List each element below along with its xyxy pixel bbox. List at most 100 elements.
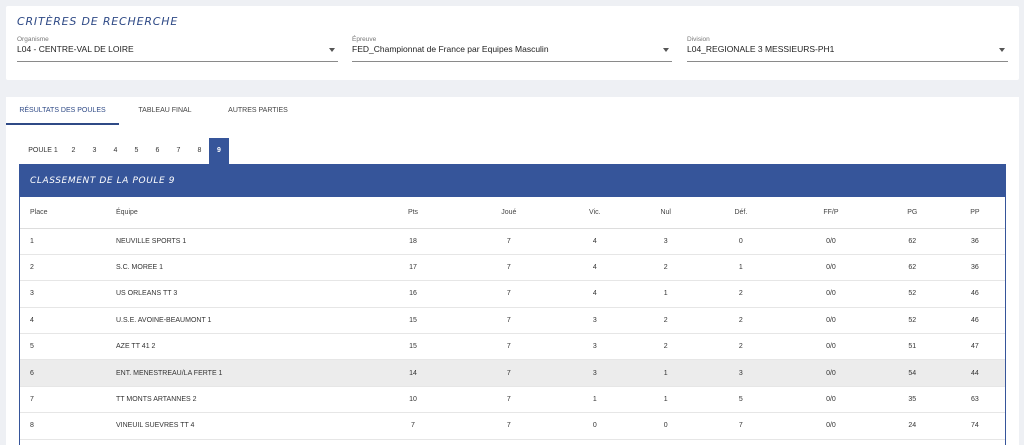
cell-joue: 7 xyxy=(460,333,558,361)
cell-pts: 18 xyxy=(366,228,460,255)
cell-ffp: 0/0 xyxy=(782,333,880,361)
poule-6-button[interactable]: 6 xyxy=(151,138,164,164)
cell-nul: 0 xyxy=(631,412,700,440)
cell-def: 5 xyxy=(699,386,783,414)
poule-3-button[interactable]: 3 xyxy=(88,138,101,164)
col-ffp: FF/P xyxy=(782,197,880,229)
cell-pp: 36 xyxy=(944,228,1005,255)
poule-2-button[interactable]: 2 xyxy=(67,138,80,164)
cell-vic: 0 xyxy=(557,412,632,440)
cell-pts: 10 xyxy=(366,386,460,414)
table-row: 3 US ORLEANS TT 3 16 7 4 1 2 0/0 52 46 xyxy=(20,280,1005,308)
epreuve-select[interactable]: Épreuve FED_Championnat de France par Eq… xyxy=(352,36,672,62)
cell-pts: 7 xyxy=(366,412,460,440)
tab-tableau-final[interactable]: Tableau final xyxy=(130,97,200,125)
poule-1-button[interactable]: POULE 1 xyxy=(23,138,63,164)
cell-pp: 36 xyxy=(944,254,1005,282)
cell-nul: 3 xyxy=(631,228,700,255)
cell-vic: 4 xyxy=(557,280,632,308)
standings-title: Classement de la poule 9 xyxy=(20,165,1005,197)
cell-nul: 2 xyxy=(631,333,700,361)
cell-def: 0 xyxy=(699,228,783,255)
tab-autres-parties[interactable]: Autres parties xyxy=(220,97,296,125)
division-label: Division xyxy=(687,36,710,43)
cell-joue: 7 xyxy=(460,307,558,335)
cell-pg: 35 xyxy=(879,386,945,414)
cell-ffp: 0/0 xyxy=(782,254,880,282)
table-row: 7 TT MONTS ARTANNES 2 10 7 1 1 5 0/0 35 … xyxy=(20,386,1005,414)
col-pts: Pts xyxy=(366,197,460,229)
poule-4-button[interactable]: 4 xyxy=(109,138,122,164)
cell-vic: 3 xyxy=(557,359,632,387)
cell-nul: 1 xyxy=(631,386,700,414)
chevron-down-icon xyxy=(329,48,335,52)
poule-9-button[interactable]: 9 xyxy=(209,138,229,164)
cell-pg: 52 xyxy=(879,307,945,335)
cell-joue: 7 xyxy=(460,412,558,440)
division-select[interactable]: Division L04_REGIONALE 3 MESSIEURS-PH1 xyxy=(687,36,1008,62)
cell-def: 3 xyxy=(699,359,783,387)
poule-5-button[interactable]: 5 xyxy=(130,138,143,164)
table-row: 1 NEUVILLE SPORTS 1 18 7 4 3 0 0/0 62 36 xyxy=(20,228,1005,255)
cell-pp: 63 xyxy=(944,386,1005,414)
cell-vic: 1 xyxy=(557,386,632,414)
cell-equipe: NEUVILLE SPORTS 1 xyxy=(116,228,366,255)
cell-pts: 15 xyxy=(366,333,460,361)
chevron-down-icon xyxy=(999,48,1005,52)
cell-pg: 52 xyxy=(879,280,945,308)
cell-equipe: AZE TT 41 2 xyxy=(116,333,366,361)
cell-equipe: TT MONTS ARTANNES 2 xyxy=(116,386,366,414)
chevron-down-icon xyxy=(663,48,669,52)
cell-ffp: 0/0 xyxy=(782,280,880,308)
epreuve-label: Épreuve xyxy=(352,36,377,43)
organisme-select[interactable]: Organisme L04 - CENTRE-VAL DE LOIRE xyxy=(17,36,338,62)
cell-def: 2 xyxy=(699,280,783,308)
table-row: 6 ENT. MENESTREAU/LA FERTE 1 14 7 3 1 3 … xyxy=(20,359,1005,387)
criteria-title: Critères de recherche xyxy=(17,15,179,28)
cell-place: 4 xyxy=(20,307,116,335)
cell-def: 2 xyxy=(699,307,783,335)
poule-7-button[interactable]: 7 xyxy=(172,138,185,164)
cell-ffp: 0/0 xyxy=(782,307,880,335)
tab-resultats-poules[interactable]: Résultats des poules xyxy=(6,97,119,125)
cell-equipe: S.C. MOREE 1 xyxy=(116,254,366,282)
cell-pts: 17 xyxy=(366,254,460,282)
organisme-label: Organisme xyxy=(17,36,49,43)
cell-def: 7 xyxy=(699,412,783,440)
search-criteria-panel: Critères de recherche Organisme L04 - CE… xyxy=(6,6,1019,80)
cell-pp: 47 xyxy=(944,333,1005,361)
cell-pts: 16 xyxy=(366,280,460,308)
results-panel: Résultats des poules Tableau final Autre… xyxy=(6,97,1019,445)
col-joue: Joué xyxy=(460,197,558,229)
cell-place: 5 xyxy=(20,333,116,361)
cell-pts: 15 xyxy=(366,307,460,335)
table-row: 5 AZE TT 41 2 15 7 3 2 2 0/0 51 47 xyxy=(20,333,1005,361)
cell-nul: 1 xyxy=(631,280,700,308)
cell-pg: 54 xyxy=(879,359,945,387)
cell-place: 7 xyxy=(20,386,116,414)
cell-pg: 62 xyxy=(879,254,945,282)
cell-joue: 7 xyxy=(460,359,558,387)
cell-nul: 1 xyxy=(631,359,700,387)
cell-ffp: 0/0 xyxy=(782,228,880,255)
col-vic: Vic. xyxy=(557,197,632,229)
cell-place: 8 xyxy=(20,412,116,440)
poule-8-button[interactable]: 8 xyxy=(193,138,206,164)
cell-nul: 2 xyxy=(631,254,700,282)
cell-vic: 3 xyxy=(557,307,632,335)
standings-table: Classement de la poule 9 Place Équipe Pt… xyxy=(19,164,1006,445)
cell-pp: 46 xyxy=(944,307,1005,335)
cell-pp: 44 xyxy=(944,359,1005,387)
organisme-value: L04 - CENTRE-VAL DE LOIRE xyxy=(17,44,134,54)
cell-pg: 24 xyxy=(879,412,945,440)
division-value: L04_REGIONALE 3 MESSIEURS-PH1 xyxy=(687,44,835,54)
cell-joue: 7 xyxy=(460,386,558,414)
tab-bar: Résultats des poules Tableau final Autre… xyxy=(6,97,1019,125)
cell-pts: 14 xyxy=(366,359,460,387)
cell-equipe: ENT. MENESTREAU/LA FERTE 1 xyxy=(116,359,366,387)
col-def: Déf. xyxy=(699,197,783,229)
cell-def: 2 xyxy=(699,333,783,361)
cell-equipe: VINEUIL SUEVRES TT 4 xyxy=(116,412,366,440)
col-equipe: Équipe xyxy=(116,197,366,229)
table-row: 4 U.S.E. AVOINE-BEAUMONT 1 15 7 3 2 2 0/… xyxy=(20,307,1005,335)
